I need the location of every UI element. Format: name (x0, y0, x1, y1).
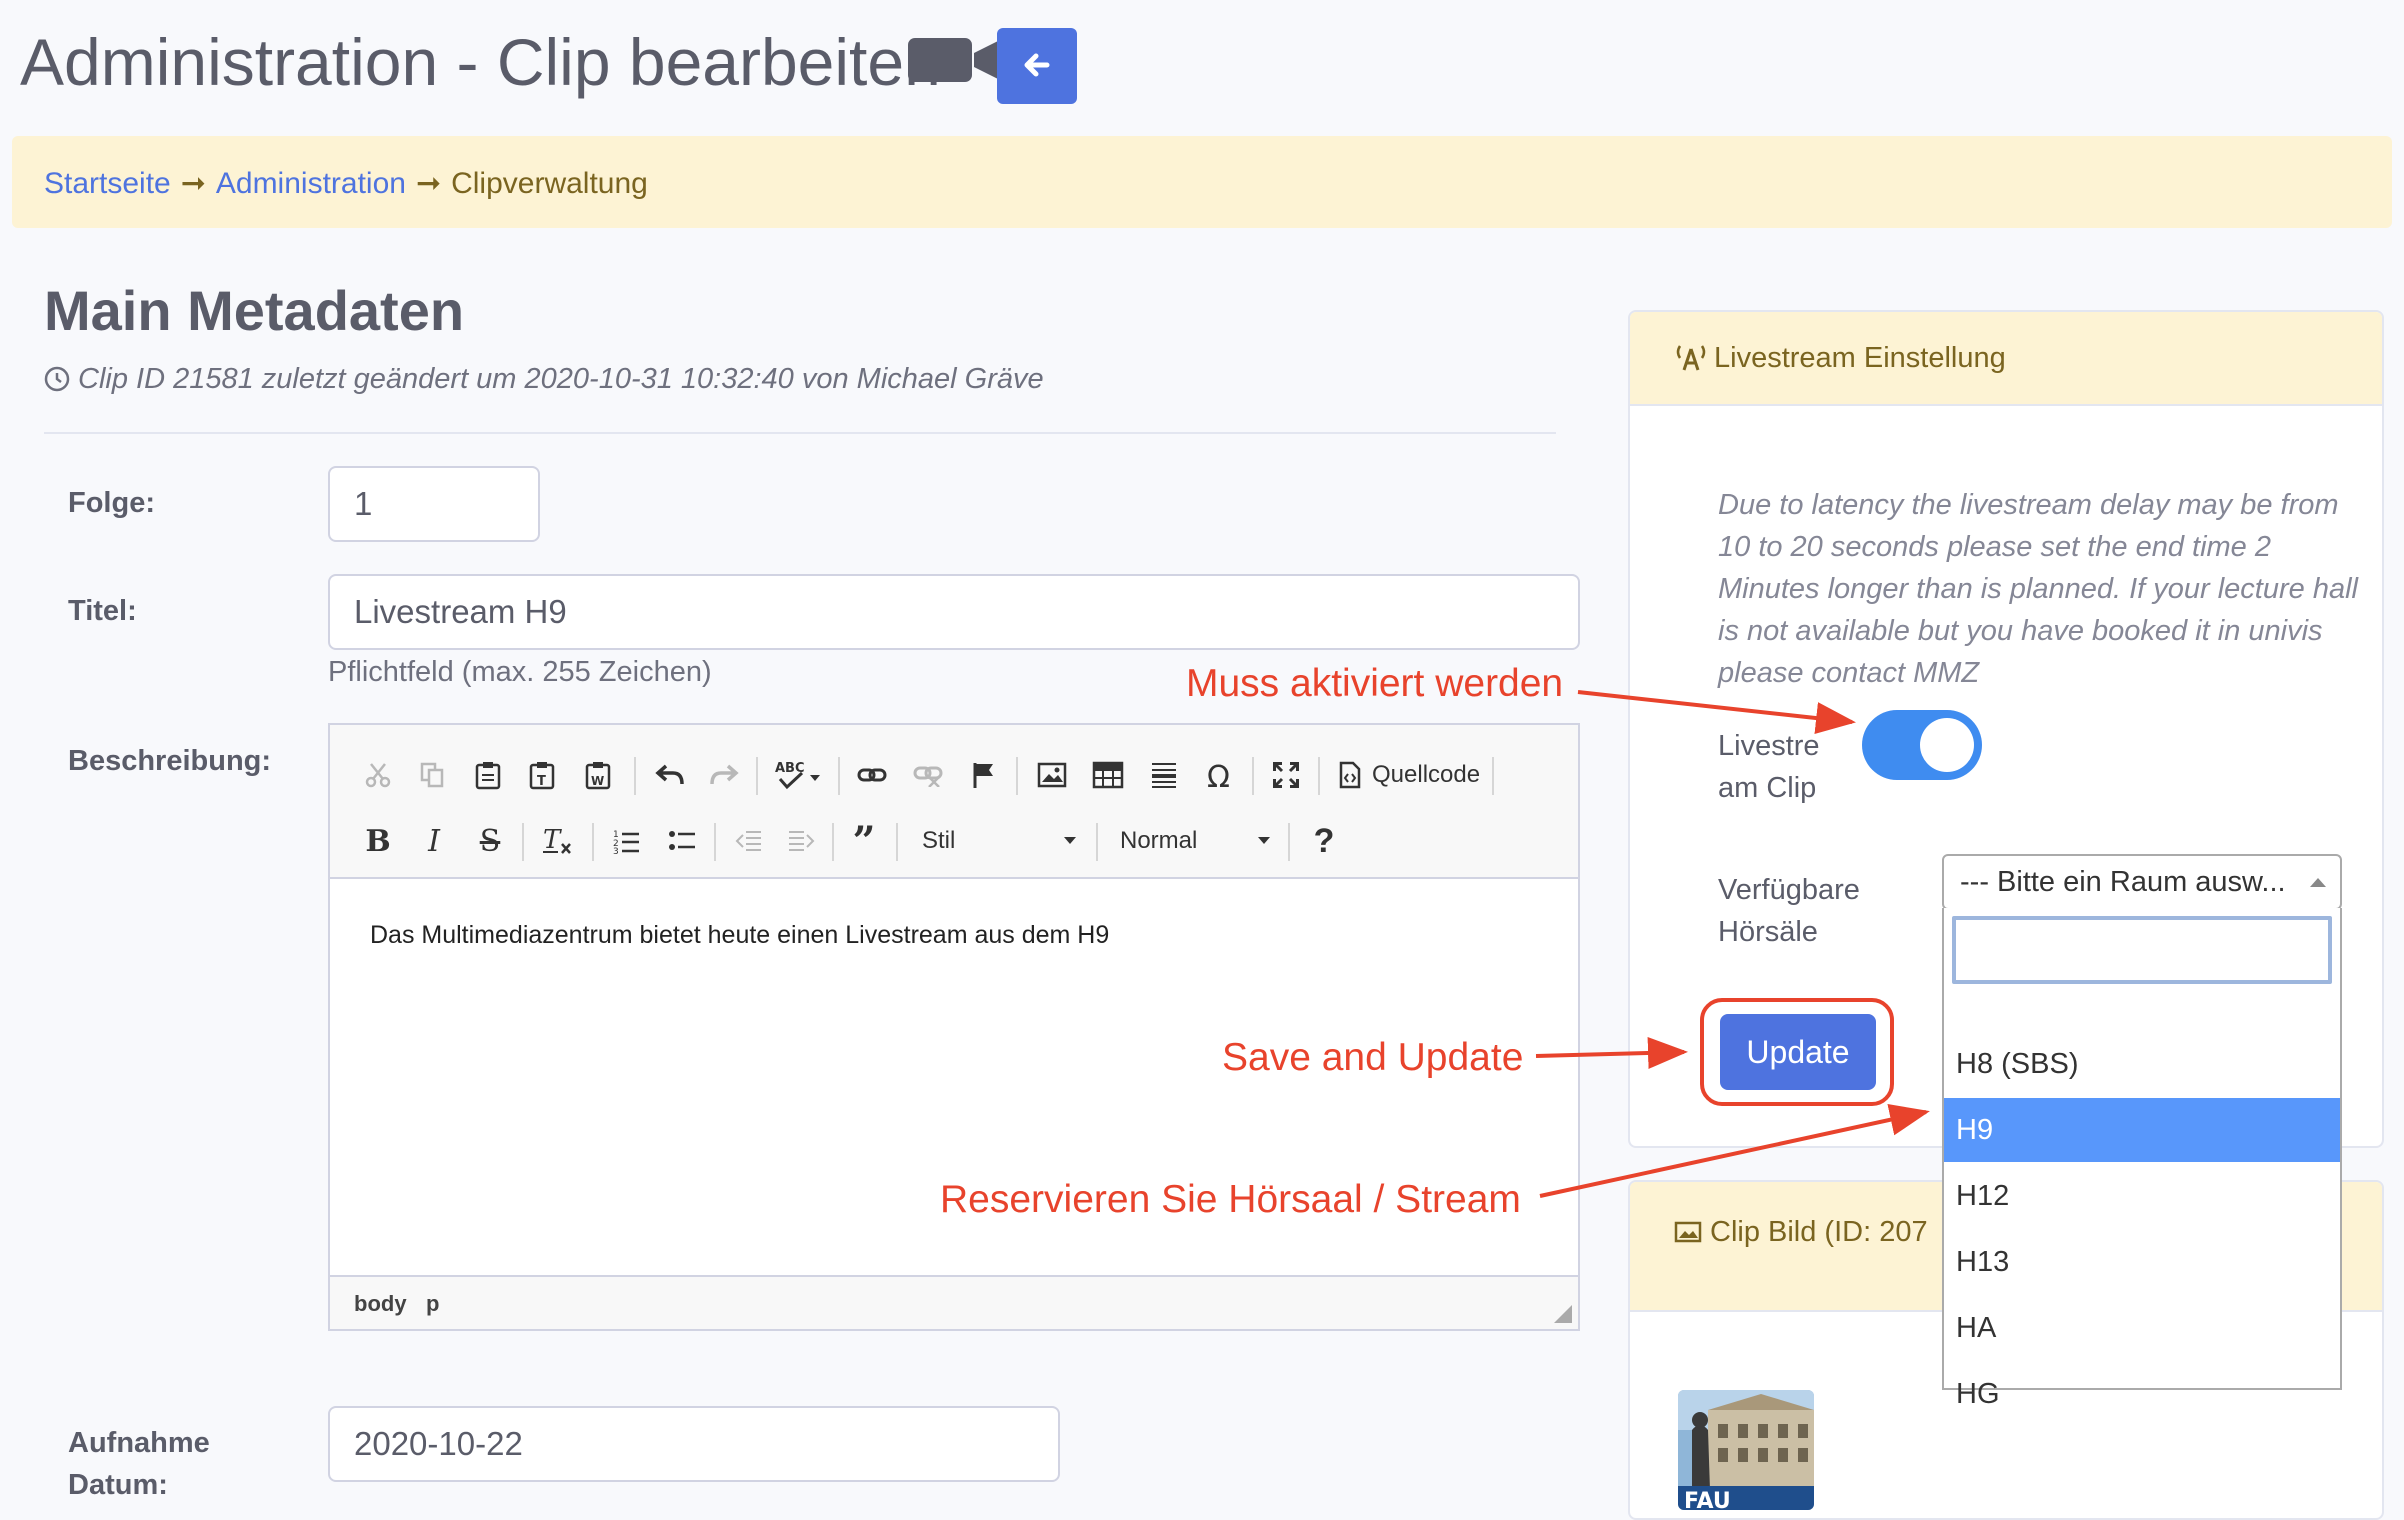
livestream-toggle[interactable] (1862, 710, 1982, 780)
meta-info: Clip ID 21581 zuletzt geändert um 2020-1… (44, 363, 1044, 396)
thumb-logo-text: FAU (1684, 1489, 1731, 1510)
datum-input[interactable]: 2020-10-22 (328, 1406, 1060, 1482)
room-select-value: --- Bitte ein Raum ausw... (1960, 865, 2286, 898)
svg-text:Ω: Ω (1207, 760, 1230, 790)
editor-statusbar: body p (330, 1275, 1578, 1329)
paste-text-icon[interactable]: T (520, 753, 564, 797)
resize-handle-icon[interactable] (1554, 1305, 1572, 1323)
clip-bild-title: Clip Bild (ID: 207 (1710, 1216, 1928, 1248)
rooms-label: Verfügbare Hörsäle (1718, 874, 1860, 948)
room-option-h12[interactable]: H12 (1944, 1164, 2340, 1228)
annotation-activate: Muss aktiviert werden (1186, 662, 1564, 705)
remove-format-icon[interactable]: T (536, 819, 580, 863)
room-option-h8[interactable]: H8 (SBS) (1944, 1032, 2340, 1096)
clock-icon (44, 366, 70, 392)
paste-word-icon[interactable]: W (576, 753, 620, 797)
spellcheck-icon[interactable]: ABC (770, 753, 830, 797)
breadcrumb-startseite[interactable]: Startseite (44, 167, 171, 200)
titel-label: Titel: (68, 595, 137, 627)
paste-icon[interactable] (466, 753, 510, 797)
room-option-h13[interactable]: H13 (1944, 1230, 2340, 1294)
section-title: Main Metadaten (44, 279, 465, 342)
format-caret-icon (1258, 837, 1270, 844)
broadcast-icon (1676, 345, 1706, 371)
blockquote-icon[interactable]: ” (842, 818, 886, 865)
breadcrumb-clipverwaltung: Clipverwaltung (451, 167, 648, 200)
maximize-icon[interactable] (1264, 753, 1308, 797)
svg-text:3: 3 (613, 847, 619, 855)
indent-icon[interactable] (780, 819, 824, 863)
help-icon[interactable]: ? (1302, 819, 1346, 863)
outdent-icon[interactable] (726, 819, 770, 863)
element-path-p[interactable]: p (426, 1291, 439, 1317)
link-icon[interactable] (850, 753, 894, 797)
unlink-icon[interactable] (906, 753, 950, 797)
bullet-list-icon[interactable] (660, 819, 704, 863)
livestream-title: Livestream Einstellung (1714, 342, 2006, 374)
style-dropdown[interactable]: Stil (922, 827, 955, 855)
beschreibung-label: Beschreibung: (68, 745, 272, 777)
livestream-toggle-label: Livestre am Clip (1718, 730, 1820, 804)
breadcrumb: Startseite ➞ Administration ➞ Clipverwaltung (12, 136, 2392, 228)
breadcrumb-administration[interactable]: Administration (216, 167, 406, 200)
page-title: Administration - Clip bearbeiten (20, 25, 941, 99)
toggle-knob (1920, 718, 1974, 772)
annotation-save: Save and Update (1222, 1036, 1524, 1079)
horizontal-rule-icon[interactable] (1142, 753, 1186, 797)
clip-thumbnail[interactable]: FAU (1678, 1390, 1814, 1510)
italic-icon[interactable]: I (412, 819, 456, 863)
livestream-note: Due to latency the livestream delay may … (1718, 489, 2358, 689)
arrow-left-icon (1024, 53, 1050, 76)
divider (44, 432, 1556, 434)
datum-label: Aufnahme Datum: (68, 1427, 210, 1501)
room-option-h9[interactable]: H9 (1944, 1098, 2340, 1162)
anchor-flag-icon[interactable] (962, 753, 1006, 797)
source-code-button[interactable]: Quellcode (1372, 761, 1480, 789)
update-button[interactable]: Update (1720, 1014, 1876, 1090)
annotation-reserve: Reservieren Sie Hörsaal / Stream (940, 1178, 1521, 1221)
breadcrumb-separator: ➞ (180, 167, 206, 200)
livestream-card-header: Livestream Einstellung (1630, 312, 2382, 406)
breadcrumb-separator: ➞ (415, 167, 442, 200)
image-icon[interactable] (1030, 753, 1074, 797)
special-char-icon[interactable]: Ω (1198, 753, 1242, 797)
format-dropdown[interactable]: Normal (1120, 827, 1197, 855)
select-caret-up-icon (2310, 878, 2326, 887)
strikethrough-icon[interactable]: S (468, 819, 512, 863)
titel-hint: Pflichtfeld (max. 255 Zeichen) (328, 656, 712, 688)
room-option-ha[interactable]: HA (1944, 1296, 2340, 1360)
room-select[interactable]: --- Bitte ein Raum ausw... (1942, 854, 2342, 910)
table-icon[interactable] (1086, 753, 1130, 797)
element-path-body[interactable]: body (354, 1291, 407, 1317)
image-icon (1674, 1221, 1702, 1243)
cut-icon[interactable] (356, 753, 400, 797)
copy-icon[interactable] (410, 753, 454, 797)
style-caret-icon (1064, 837, 1076, 844)
room-search-input[interactable] (1952, 916, 2332, 984)
editor-toolbar: T W ABC Ω Quellcode B I S T 1 2 3 ” Stil… (330, 725, 1578, 879)
video-camera-icon (908, 38, 1000, 82)
folge-input[interactable]: 1 (328, 466, 540, 542)
editor-content[interactable]: Das Multimediazentrum bietet heute einen… (370, 921, 1109, 950)
room-option-hg[interactable]: HG (1944, 1362, 2340, 1426)
undo-icon[interactable] (648, 753, 692, 797)
bold-icon[interactable]: B (356, 819, 400, 863)
numbered-list-icon[interactable]: 123 (604, 819, 648, 863)
titel-input[interactable]: Livestream H9 (328, 574, 1580, 650)
redo-icon[interactable] (702, 753, 746, 797)
svg-text:T: T (543, 826, 562, 855)
room-dropdown: H8 (SBS) H9 H12 H13 HA HG (1942, 908, 2342, 1410)
source-code-icon[interactable] (1328, 753, 1372, 797)
meta-text: Clip ID 21581 zuletzt geändert um 2020-1… (78, 363, 1044, 395)
folge-label: Folge: (68, 487, 155, 519)
back-button[interactable] (997, 28, 1077, 104)
rich-text-editor: T W ABC Ω Quellcode B I S T 1 2 3 ” Stil… (328, 723, 1580, 1331)
svg-text:W: W (591, 774, 604, 788)
svg-text:T: T (537, 774, 546, 789)
